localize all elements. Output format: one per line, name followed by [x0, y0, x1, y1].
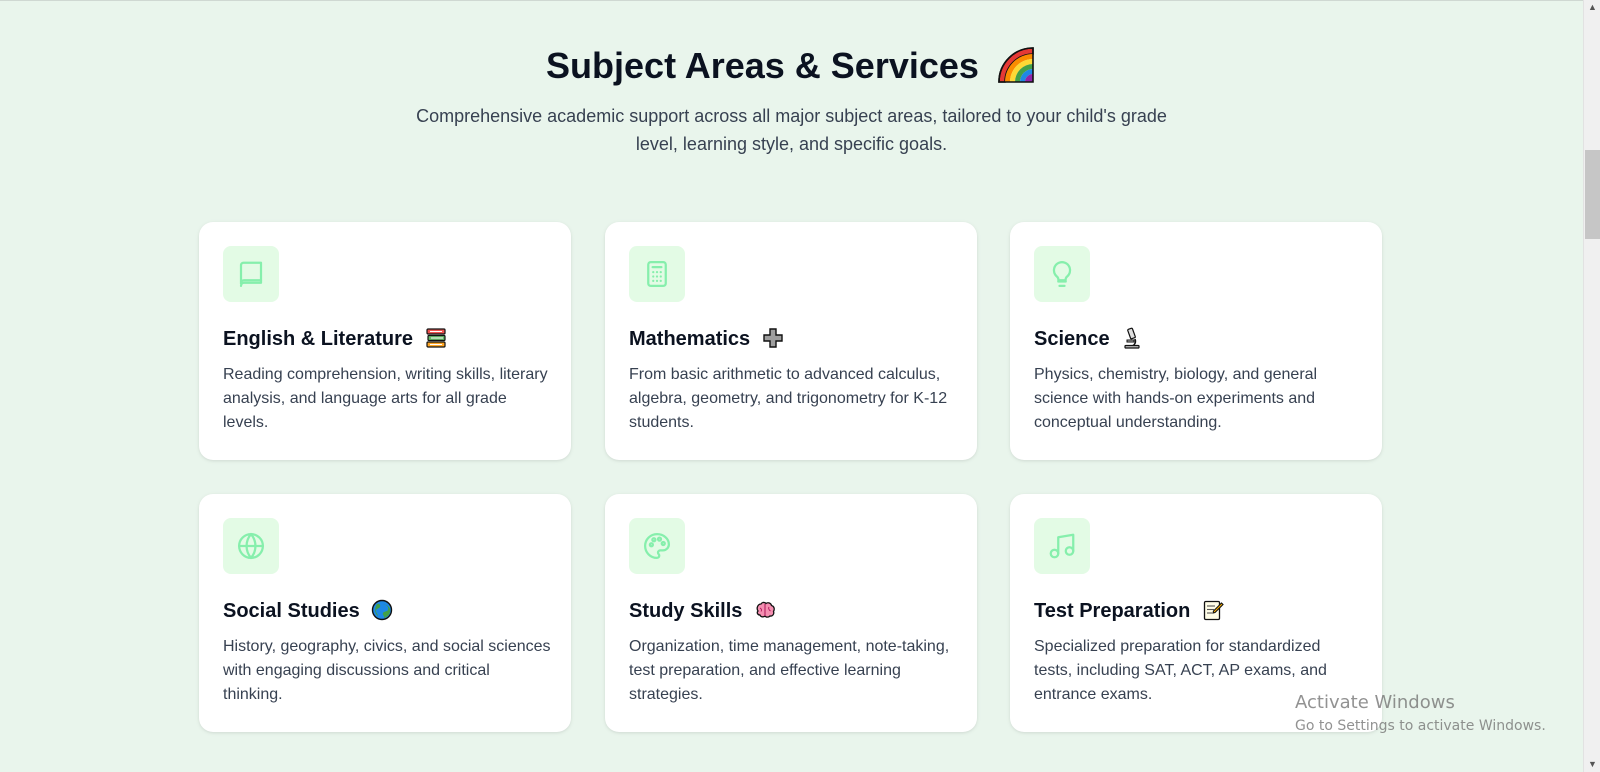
memo-emoji — [1203, 600, 1224, 621]
card-title: Mathematics — [629, 326, 784, 352]
card-title: Test Preparation — [1034, 598, 1224, 624]
plus-emoji — [763, 328, 783, 348]
icon-tile — [1034, 246, 1090, 302]
watermark-subtitle: Go to Settings to activate Windows. — [1295, 718, 1546, 734]
section-title-text: Subject Areas & Services — [546, 45, 979, 86]
section-title: Subject Areas & Services — [0, 42, 1583, 90]
card-title: Science — [1034, 326, 1143, 352]
book-icon — [239, 261, 263, 287]
icon-tile — [629, 246, 685, 302]
card-description: Reading comprehension, writing skills, l… — [223, 366, 548, 431]
subject-areas-section: Subject Areas & Services Comprehensive a… — [0, 0, 1583, 772]
card-title-text: English & Literature — [223, 328, 414, 350]
subject-card-social-studies: Social Studies History, geography, civic… — [199, 494, 571, 732]
card-title: English & Literature — [223, 326, 447, 352]
icon-tile — [1034, 518, 1090, 574]
card-title-text: Test Preparation — [1034, 600, 1191, 622]
subject-card-english: English & Literature Reading comprehensi… — [199, 222, 571, 460]
books-emoji — [425, 328, 446, 348]
scroll-down-arrow-icon[interactable]: ▼ — [1588, 760, 1597, 769]
lightbulb-icon — [1052, 261, 1072, 287]
card-description: Physics, chemistry, biology, and general… — [1034, 366, 1318, 431]
subject-card-mathematics: Mathematics From basic arithmetic to adv… — [605, 222, 977, 460]
rainbow-emoji — [998, 47, 1034, 83]
subject-card-science: Science Physics, chemistry, biology, and… — [1010, 222, 1382, 460]
scroll-up-arrow-icon[interactable]: ▲ — [1588, 3, 1597, 12]
card-title: Study Skills — [629, 598, 776, 624]
brain-emoji — [756, 601, 775, 618]
scrollbar-thumb[interactable] — [1585, 150, 1600, 239]
watermark-title: Activate Windows — [1295, 692, 1455, 713]
card-title-text: Mathematics — [629, 328, 751, 350]
earth-emoji — [372, 599, 393, 621]
activation-watermark: Activate Windows Go to Settings to activ… — [1295, 692, 1546, 736]
card-description: History, geography, civics, and social s… — [223, 638, 551, 703]
icon-tile — [223, 246, 279, 302]
card-title-text: Science — [1034, 328, 1110, 350]
palette-icon — [644, 533, 670, 559]
card-title-text: Social Studies — [223, 600, 360, 622]
card-title-text: Study Skills — [629, 600, 743, 622]
card-description: From basic arithmetic to advanced calcul… — [629, 366, 948, 431]
vertical-scrollbar[interactable]: ▲ ▼ — [1583, 0, 1600, 772]
calculator-icon — [647, 261, 667, 287]
microscope-emoji — [1124, 327, 1140, 349]
page: Subject Areas & Services Comprehensive a… — [0, 0, 1600, 772]
icon-tile — [223, 518, 279, 574]
subject-card-study-skills: Study Skills Organization, time manageme… — [605, 494, 977, 732]
section-subtitle: Comprehensive academic support across al… — [416, 106, 1167, 154]
music-note-icon — [1049, 533, 1075, 559]
card-description: Organization, time management, note-taki… — [629, 638, 950, 703]
card-title: Social Studies — [223, 598, 393, 624]
icon-tile — [629, 518, 685, 574]
globe-icon — [238, 533, 264, 559]
